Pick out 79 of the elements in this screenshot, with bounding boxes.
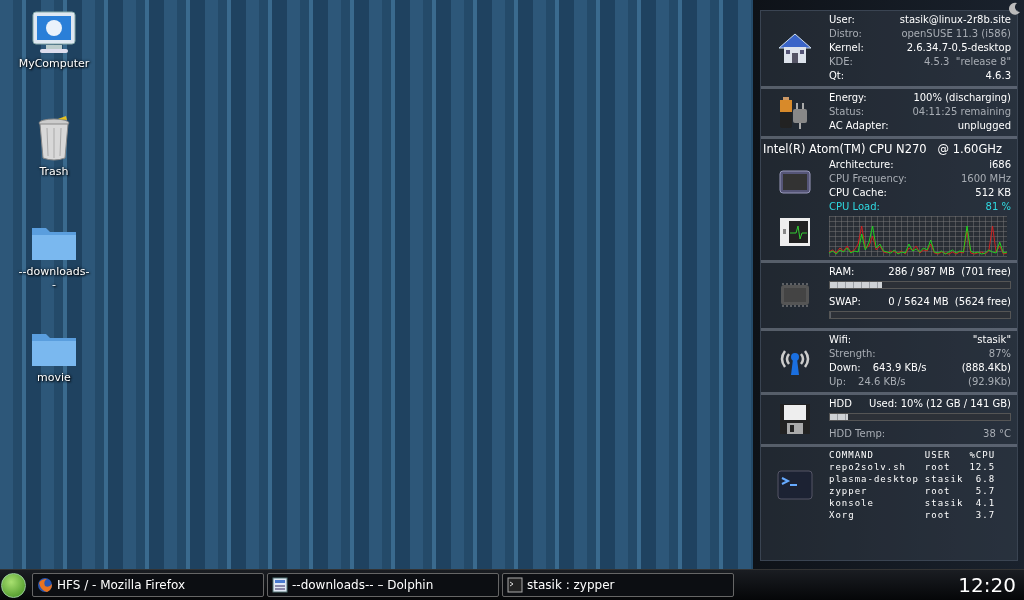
info-label: Wifi: — [829, 333, 852, 347]
info-label: Up: — [829, 375, 847, 389]
info-value: Used: 10% (12 GB / 141 GB) — [869, 397, 1011, 411]
info-value: "stasik" — [972, 333, 1011, 347]
info-label: CPU Cache: — [829, 186, 887, 200]
info-value: 1600 MHz — [960, 172, 1011, 186]
column-header: COMMAND — [829, 449, 925, 461]
info-value: (92.9Kb) — [968, 375, 1011, 389]
info-value: 286 / 987 MB (701 free) — [888, 265, 1011, 279]
clock: 12:20 — [958, 573, 1017, 597]
info-label: CPU Frequency: — [829, 172, 907, 186]
info-label: Energy: — [829, 91, 867, 105]
info-label: RAM: — [829, 265, 855, 279]
info-value: 512 KB — [975, 186, 1011, 200]
house-icon — [777, 31, 813, 65]
info-label: Kernel: — [829, 41, 864, 55]
monitor-icon — [30, 10, 78, 54]
info-value: 81 % — [985, 200, 1011, 214]
monitor-graph-icon — [779, 216, 811, 247]
table-cell-text: 12.5 — [969, 461, 997, 473]
table-cell-text: stasik — [924, 473, 965, 485]
info-value: 38 °C — [983, 427, 1011, 441]
info-label: Strength: — [829, 347, 876, 361]
table-cell-text: 4.1 — [974, 497, 997, 509]
taskbar-task[interactable]: HFS / - Mozilla Firefox — [32, 573, 264, 597]
column-header: USER — [924, 449, 970, 461]
icon-label[interactable]: movie — [17, 371, 91, 384]
info-label: HDD Temp: — [829, 427, 886, 441]
table-cell-text: root — [924, 485, 952, 497]
info-label: Qt: — [829, 69, 845, 83]
info-label: SWAP: — [829, 295, 861, 309]
table-cell-text: Xorg — [829, 509, 856, 521]
info-value: 643.9 KB/s — [871, 361, 928, 375]
icon-label[interactable]: Trash — [17, 165, 91, 178]
info-value: 04:11:25 remaining — [912, 105, 1011, 119]
info-value: 100% (discharging) — [913, 91, 1011, 105]
info-label: AC Adapter: — [829, 119, 889, 133]
info-label: CPU Load: — [829, 200, 880, 214]
table-cell-text: root — [924, 461, 952, 473]
info-value: unplugged — [957, 119, 1011, 133]
info-label: Architecture: — [829, 158, 894, 172]
info-label: User: — [829, 13, 855, 27]
info-label: Down: — [829, 361, 861, 375]
globe-fox-icon — [37, 577, 53, 593]
table-cell-text: repo2solv.sh — [829, 461, 908, 473]
icon-label[interactable]: --downloads-- — [17, 265, 91, 291]
table-cell-text: 3.7 — [974, 509, 997, 521]
info-value: 87% — [988, 347, 1011, 361]
info-label: Distro: — [829, 27, 862, 41]
terminal-icon — [507, 577, 523, 593]
info-label: HDD — [829, 397, 852, 411]
info-label: KDE: — [829, 55, 853, 69]
info-value: stasik@linux-2r8b.site — [899, 13, 1011, 27]
table-cell-text: 5.7 — [974, 485, 997, 497]
info-value: 2.6.34.7-0.5-desktop — [906, 41, 1011, 55]
chip-icon — [777, 168, 813, 197]
info-value: openSUSE 11.3 (i586) — [901, 27, 1011, 41]
info-value: i686 — [989, 158, 1011, 172]
taskbar-task[interactable]: --downloads-- – Dolphin — [267, 573, 499, 597]
column-header: %CPU — [969, 449, 997, 461]
info-value: (888.4Kb) — [961, 361, 1011, 375]
table-cell-text: root — [924, 509, 952, 521]
table-cell: konsole — [829, 497, 925, 509]
cpu-model-title: Intel(R) Atom(TM) CPU N270 @ 1.60GHz — [762, 141, 1003, 158]
table-cell-text: zypper — [829, 485, 869, 497]
start-menu-button[interactable] — [1, 572, 26, 598]
file-manager-icon — [272, 577, 288, 593]
terminal-icon — [777, 470, 813, 500]
table-cell: plasma-desktop — [829, 473, 925, 485]
taskbar-task[interactable]: stasik : zypper — [502, 573, 734, 597]
info-value: 24.6 KB/s — [857, 375, 907, 389]
table-cell-text: 6.8 — [974, 473, 997, 485]
info-label: Status: — [829, 105, 865, 119]
icon-label[interactable]: MyComputer — [17, 57, 91, 70]
info-value: 4.5.3 "release 8" — [924, 55, 1011, 69]
info-value: 0 / 5624 MB (5624 free) — [888, 295, 1011, 309]
info-value: 4.6.3 — [985, 69, 1011, 83]
trash-icon — [36, 116, 72, 162]
table-cell-text: stasik — [924, 497, 965, 509]
